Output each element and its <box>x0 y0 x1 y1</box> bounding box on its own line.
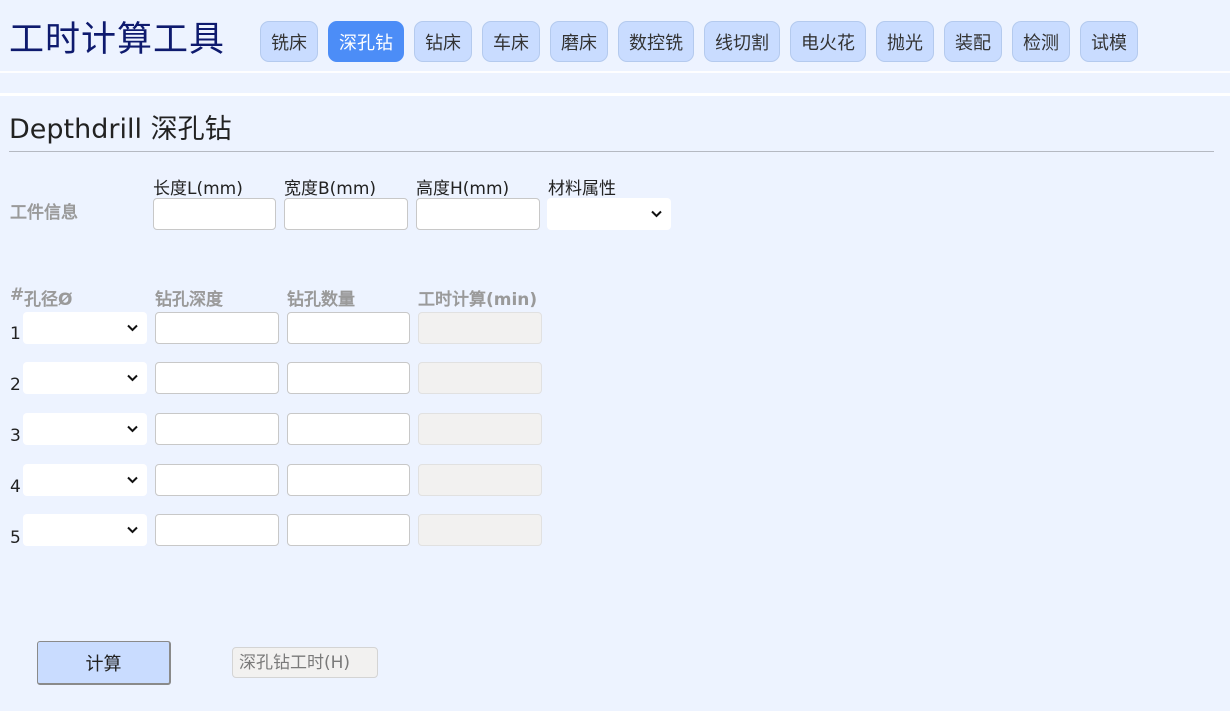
chevron-down-icon <box>127 374 138 382</box>
tab-deep-hole-drill[interactable]: 深孔钻 <box>328 21 404 62</box>
row-number: 2 <box>10 375 21 395</box>
row-number: 3 <box>10 426 21 446</box>
time-output <box>418 514 542 546</box>
col-count: 钻孔数量 <box>287 290 355 310</box>
chevron-down-icon <box>127 425 138 433</box>
col-time: 工时计算(min) <box>418 290 538 310</box>
row-number: 4 <box>10 477 21 497</box>
tab-cnc-milling[interactable]: 数控铣 <box>618 21 694 62</box>
tab-inspection[interactable]: 检测 <box>1012 21 1070 62</box>
tab-edm[interactable]: 电火花 <box>790 21 866 62</box>
workpiece-info-label: 工件信息 <box>10 203 78 223</box>
time-output <box>418 413 542 445</box>
count-input[interactable] <box>287 312 410 344</box>
row-number: 5 <box>10 528 21 548</box>
length-input[interactable] <box>153 198 276 230</box>
tab-lathe[interactable]: 车床 <box>482 21 540 62</box>
tab-grinder[interactable]: 磨床 <box>550 21 608 62</box>
tab-polishing[interactable]: 抛光 <box>876 21 934 62</box>
count-input[interactable] <box>287 362 410 394</box>
count-input[interactable] <box>287 514 410 546</box>
height-label: 高度H(mm) <box>416 179 510 199</box>
depth-input[interactable] <box>155 514 279 546</box>
depth-input[interactable] <box>155 413 279 445</box>
diameter-select[interactable] <box>23 413 147 445</box>
tab-trial-mold[interactable]: 试模 <box>1080 21 1138 62</box>
tab-assembly[interactable]: 装配 <box>944 21 1002 62</box>
calculate-button[interactable]: 计算 <box>37 641 171 685</box>
col-hash: # <box>10 285 25 305</box>
deep-drill-hours-output <box>232 647 378 678</box>
header-divider-lower <box>0 93 1230 96</box>
count-input[interactable] <box>287 464 410 496</box>
material-label: 材料属性 <box>548 179 616 199</box>
chevron-down-icon <box>127 476 138 484</box>
material-select[interactable] <box>547 198 671 230</box>
app-title: 工时计算工具 <box>9 20 226 60</box>
depth-input[interactable] <box>155 362 279 394</box>
depth-input[interactable] <box>155 464 279 496</box>
height-input[interactable] <box>416 198 540 230</box>
chevron-down-icon <box>127 526 138 534</box>
tab-drill-press[interactable]: 钻床 <box>414 21 472 62</box>
length-label: 长度L(mm) <box>153 179 243 199</box>
diameter-select[interactable] <box>23 362 147 394</box>
section-divider <box>9 151 1214 152</box>
tab-milling[interactable]: 铣床 <box>260 21 318 62</box>
time-output <box>418 464 542 496</box>
col-depth: 钻孔深度 <box>155 290 223 310</box>
section-title: Depthdrill 深孔钻 <box>9 114 232 145</box>
diameter-select[interactable] <box>23 514 147 546</box>
diameter-select[interactable] <box>23 312 147 344</box>
row-number: 1 <box>10 324 21 344</box>
col-diameter: 孔径Ø <box>24 290 73 310</box>
header: 工时计算工具 铣床 深孔钻 钻床 车床 磨床 数控铣 线切割 电火花 抛光 装配… <box>0 0 1230 72</box>
tab-wire-cut[interactable]: 线切割 <box>704 21 780 62</box>
diameter-select[interactable] <box>23 464 147 496</box>
depth-input[interactable] <box>155 312 279 344</box>
machine-tabs: 铣床 深孔钻 钻床 车床 磨床 数控铣 线切割 电火花 抛光 装配 检测 试模 <box>260 21 1138 62</box>
chevron-down-icon <box>651 210 662 218</box>
count-input[interactable] <box>287 413 410 445</box>
time-output <box>418 312 542 344</box>
time-output <box>418 362 542 394</box>
width-input[interactable] <box>284 198 408 230</box>
header-divider <box>0 71 1230 73</box>
width-label: 宽度B(mm) <box>284 179 377 199</box>
chevron-down-icon <box>127 324 138 332</box>
